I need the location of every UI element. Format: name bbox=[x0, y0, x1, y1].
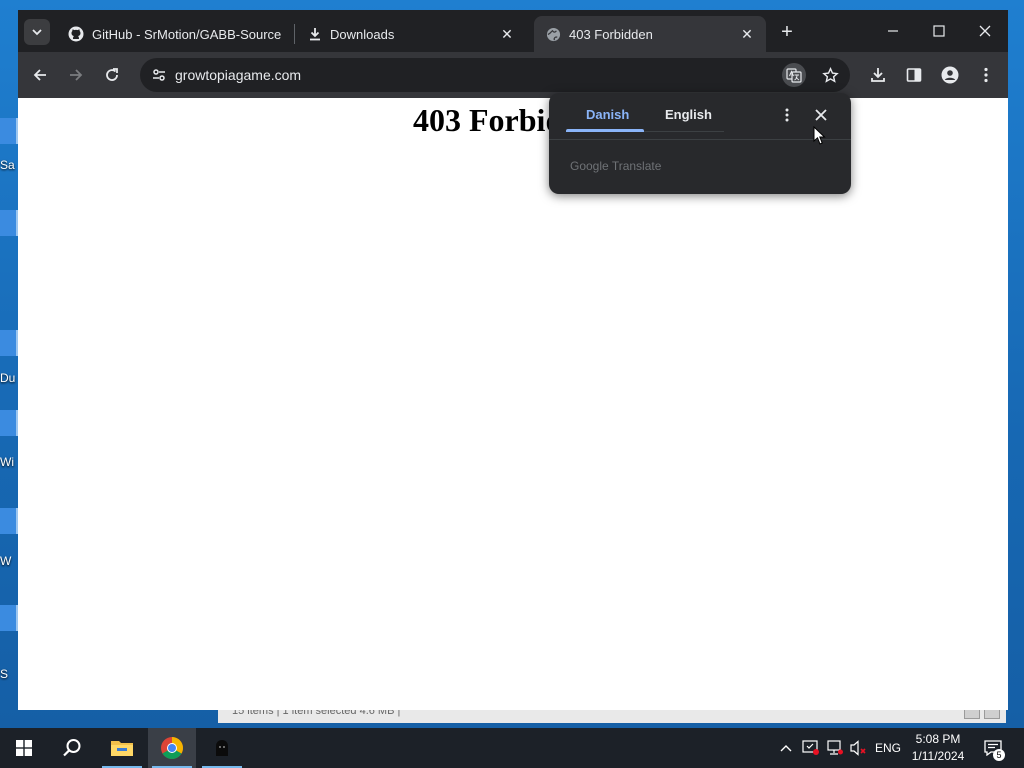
tune-icon bbox=[153, 69, 165, 81]
maximize-button[interactable] bbox=[924, 18, 954, 44]
desktop-icon-label[interactable]: Du bbox=[0, 371, 18, 385]
browser-window: GitHub - SrMotion/GABB-Source Downloads … bbox=[18, 10, 1008, 710]
tab-github[interactable]: GitHub - SrMotion/GABB-Source bbox=[56, 16, 294, 52]
app-icon bbox=[216, 740, 228, 756]
tab-title: 403 Forbidden bbox=[569, 26, 653, 42]
tray-network-button[interactable] bbox=[824, 728, 846, 768]
github-icon bbox=[68, 26, 84, 42]
taskbar-clock[interactable]: 5:08 PM 1/11/2024 bbox=[906, 731, 970, 765]
back-button[interactable] bbox=[27, 62, 53, 88]
tab-title: GitHub - SrMotion/GABB-Source bbox=[92, 26, 282, 42]
minimize-icon bbox=[888, 30, 898, 32]
translate-bubble: Danish English Google Translate bbox=[549, 93, 851, 194]
clock-time: 5:08 PM bbox=[915, 732, 961, 746]
close-tab-icon[interactable]: ✕ bbox=[498, 25, 516, 43]
desktop-icon-label[interactable]: S bbox=[0, 667, 18, 681]
start-button[interactable] bbox=[0, 728, 48, 768]
mouse-cursor-icon bbox=[813, 126, 826, 145]
folder-icon bbox=[111, 741, 133, 756]
show-hidden-icons-button[interactable] bbox=[776, 728, 796, 768]
site-info-button[interactable] bbox=[146, 62, 172, 88]
close-tab-icon[interactable]: ✕ bbox=[738, 25, 756, 43]
google-translate-brand: Google Translate bbox=[570, 159, 662, 173]
tab-separator bbox=[294, 24, 295, 44]
chrome-icon bbox=[161, 737, 183, 759]
language-tab-divider bbox=[644, 131, 724, 132]
arrow-left-icon bbox=[33, 69, 46, 81]
downloads-button[interactable] bbox=[865, 62, 891, 88]
volume-muted-icon bbox=[850, 740, 866, 756]
reload-button[interactable] bbox=[99, 62, 125, 88]
download-icon bbox=[871, 68, 885, 82]
input-language-indicator[interactable]: ENG bbox=[872, 728, 904, 768]
tab-title: Downloads bbox=[330, 26, 395, 42]
browser-toolbar: growtopiagame.com bbox=[18, 52, 1008, 98]
arrow-right-icon bbox=[70, 69, 83, 81]
notification-count-badge: 5 bbox=[993, 749, 1005, 761]
search-icon bbox=[63, 739, 81, 757]
chevron-down-icon bbox=[32, 29, 42, 36]
more-vert-icon bbox=[785, 108, 789, 122]
taskbar-chrome[interactable] bbox=[148, 728, 196, 768]
desktop-shortcut-icon[interactable] bbox=[0, 508, 18, 534]
tab-403-forbidden[interactable]: 403 Forbidden ✕ bbox=[534, 16, 766, 52]
desktop-shortcut-icon[interactable] bbox=[0, 210, 18, 236]
side-panel-button[interactable] bbox=[901, 62, 927, 88]
tab-strip: GitHub - SrMotion/GABB-Source Downloads … bbox=[18, 10, 1008, 52]
url-text: growtopiagame.com bbox=[175, 67, 302, 83]
page-content: 403 Forbidden bbox=[18, 98, 1008, 710]
address-bar[interactable]: growtopiagame.com bbox=[140, 58, 850, 92]
desktop-icon-label[interactable]: Sa bbox=[0, 158, 18, 172]
tray-security-icon-button[interactable] bbox=[800, 728, 822, 768]
action-center-button[interactable] bbox=[980, 728, 1006, 768]
forward-button[interactable] bbox=[63, 62, 89, 88]
profile-icon bbox=[941, 66, 959, 84]
more-vert-icon bbox=[984, 67, 988, 83]
clock-date: 1/11/2024 bbox=[911, 749, 965, 763]
desktop-shortcut-icon[interactable] bbox=[0, 118, 18, 144]
desktop-shortcut-icon[interactable] bbox=[0, 330, 18, 356]
taskbar: ENG 5:08 PM 1/11/2024 5 bbox=[0, 728, 1024, 768]
minimize-button[interactable] bbox=[878, 18, 908, 44]
new-tab-button[interactable]: + bbox=[776, 21, 798, 43]
tab-downloads[interactable]: Downloads ✕ bbox=[296, 16, 526, 52]
reload-icon bbox=[106, 68, 118, 81]
taskbar-app[interactable] bbox=[198, 728, 246, 768]
network-icon bbox=[827, 740, 843, 755]
windows-logo-icon bbox=[16, 740, 32, 756]
maximize-icon bbox=[933, 25, 945, 37]
translate-page-button[interactable] bbox=[782, 63, 806, 87]
side-panel-icon bbox=[906, 68, 922, 82]
desktop-icon-label[interactable]: W bbox=[0, 554, 18, 568]
translate-icon bbox=[786, 68, 802, 83]
browser-menu-button[interactable] bbox=[973, 62, 999, 88]
tab-search-button[interactable] bbox=[24, 19, 50, 45]
taskbar-search-button[interactable] bbox=[48, 728, 96, 768]
desktop-shortcut-icon[interactable] bbox=[0, 410, 18, 436]
bubble-divider bbox=[549, 139, 851, 140]
close-window-button[interactable] bbox=[970, 18, 1000, 44]
defender-icon bbox=[802, 740, 819, 755]
profile-button[interactable] bbox=[937, 62, 963, 88]
language-tab-english[interactable]: English bbox=[665, 107, 712, 122]
desktop-shortcut-icon[interactable] bbox=[0, 605, 18, 631]
tray-volume-button[interactable] bbox=[848, 728, 870, 768]
close-icon bbox=[815, 109, 827, 121]
translate-close-button[interactable] bbox=[810, 104, 832, 126]
desktop-icon-label[interactable]: Wi bbox=[0, 455, 18, 469]
bookmark-star-button[interactable] bbox=[818, 63, 842, 87]
translate-options-button[interactable] bbox=[776, 104, 798, 126]
selected-language-indicator bbox=[566, 129, 644, 132]
globe-icon bbox=[546, 27, 561, 41]
close-icon bbox=[979, 25, 991, 37]
language-tab-danish[interactable]: Danish bbox=[586, 107, 629, 122]
download-icon bbox=[310, 28, 320, 41]
taskbar-file-explorer[interactable] bbox=[98, 728, 146, 768]
chevron-up-icon bbox=[780, 745, 792, 752]
star-icon bbox=[821, 66, 839, 83]
